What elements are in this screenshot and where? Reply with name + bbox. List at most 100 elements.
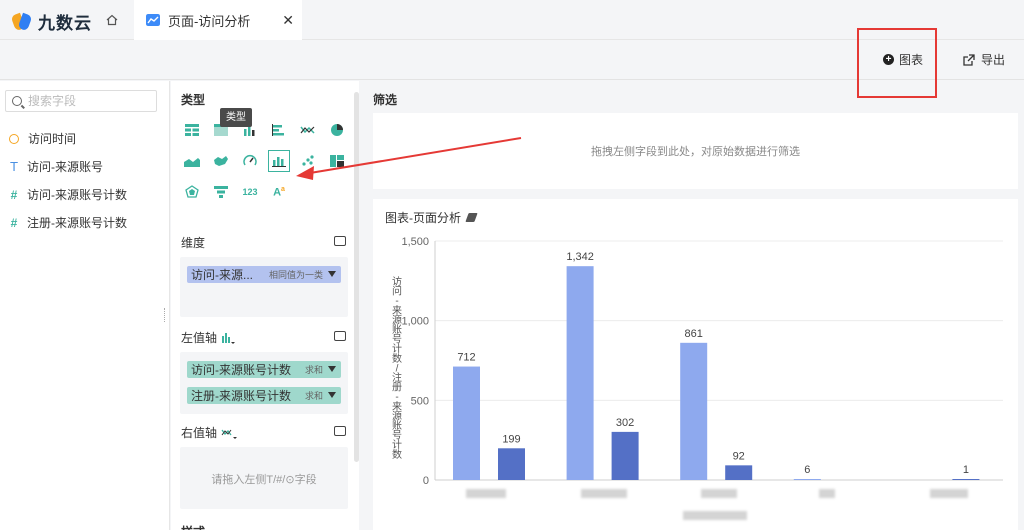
- field-label: 注册-来源账号计数: [27, 216, 127, 230]
- pill-label: 访问-来源...: [191, 268, 253, 282]
- area-chart-icon: [184, 158, 200, 167]
- pie-chart-type[interactable]: [326, 119, 348, 141]
- area-chart-type[interactable]: [181, 150, 203, 172]
- data-label: 92: [733, 450, 745, 462]
- scatter-chart-type[interactable]: [297, 150, 319, 172]
- horizontal-bar-chart-type[interactable]: [268, 119, 290, 141]
- panel-resize-handle[interactable]: [164, 308, 167, 322]
- field-item-visit-time[interactable]: 访问时间: [8, 130, 76, 147]
- field-item-source-account-count[interactable]: # 访问-来源账号计数: [8, 186, 127, 203]
- radar-icon: [185, 185, 199, 198]
- indicator-chart-type[interactable]: 123: [239, 181, 261, 203]
- gauge-chart-type[interactable]: [239, 150, 261, 172]
- home-tab[interactable]: [94, 0, 130, 40]
- caret-down-icon[interactable]: [328, 271, 336, 277]
- right-axis-dropzone[interactable]: 请拖入左侧T/#/⊙字段: [180, 447, 348, 509]
- type-section-title: 类型: [181, 93, 206, 107]
- data-label: 712: [457, 352, 475, 364]
- line-chart-small-icon[interactable]: [221, 427, 238, 439]
- text-type-icon: T: [10, 159, 18, 174]
- tab-label: 页面-访问分析: [168, 13, 251, 29]
- pill-label: 注册-来源账号计数: [191, 389, 291, 403]
- field-label: 访问时间: [28, 132, 77, 146]
- export-label: 导出: [981, 53, 1006, 67]
- pill-sub: 求和: [304, 391, 323, 401]
- data-label: 1,342: [566, 251, 594, 263]
- funnel-chart-type[interactable]: [210, 181, 232, 203]
- data-label: 199: [502, 433, 520, 445]
- category-label-blurred: [683, 511, 747, 520]
- style-label: 样式: [181, 523, 205, 530]
- left-axis-dropzone[interactable]: 访问-来源账号计数 求和 注册-来源账号计数 求和: [180, 352, 348, 414]
- number-123-icon: 123: [242, 187, 258, 197]
- table-chart-type[interactable]: [181, 119, 203, 141]
- y-axis-label: 访问-来源账号计数/注册-来源账号计数: [392, 276, 402, 461]
- wordcloud-icon: Aa: [273, 185, 285, 199]
- radar-chart-type[interactable]: [181, 181, 203, 203]
- app-logo[interactable]: 九数云: [10, 9, 92, 34]
- combo-chart-type[interactable]: [268, 150, 290, 172]
- line-chart-icon: [300, 126, 315, 134]
- config-panel: 类型 123 Aa 类型 维度 访问-来源... 相同值为一类 左值轴 访问-来…: [171, 81, 359, 530]
- pill-sub: 相同值为一类: [268, 270, 323, 280]
- category-label-blurred: [581, 489, 627, 498]
- number-type-icon: #: [10, 215, 18, 230]
- field-search[interactable]: [5, 90, 157, 112]
- measure-pill[interactable]: 访问-来源账号计数 求和: [187, 361, 341, 378]
- caret-down-icon[interactable]: [328, 366, 336, 372]
- right-axis-label-row: 右值轴: [181, 424, 238, 441]
- wordcloud-chart-type[interactable]: Aa: [268, 181, 290, 203]
- map-chart-type[interactable]: [210, 150, 232, 172]
- field-label: 访问-来源账号: [27, 160, 103, 174]
- left-axis-settings-icon[interactable]: [334, 331, 346, 341]
- left-axis-label-row: 左值轴: [181, 329, 236, 346]
- dimension-label: 维度: [181, 236, 206, 250]
- right-axis-settings-icon[interactable]: [334, 426, 346, 436]
- search-icon: [12, 96, 22, 106]
- tab-page-analysis[interactable]: 页面-访问分析 ✕: [134, 0, 302, 40]
- treemap-chart-type[interactable]: [326, 150, 348, 172]
- config-scrollbar[interactable]: [354, 92, 359, 462]
- combo-bar-icon: [272, 157, 286, 167]
- dimension-pill[interactable]: 访问-来源... 相同值为一类: [187, 266, 341, 283]
- export-icon: [963, 53, 975, 66]
- pill-sub: 求和: [304, 365, 323, 375]
- bar: [566, 266, 594, 480]
- category-label-blurred: [819, 489, 835, 498]
- y-tick-label: 1,000: [401, 316, 429, 328]
- bar: [611, 431, 639, 480]
- field-label: 访问-来源账号计数: [27, 188, 127, 202]
- bar-chart-small-icon[interactable]: [221, 332, 236, 344]
- treemap-icon: [330, 155, 344, 167]
- line-chart-type[interactable]: [297, 119, 319, 141]
- data-label: 1: [963, 464, 969, 476]
- chart-tab-icon: [146, 14, 160, 26]
- logo-icon: [10, 12, 33, 32]
- bar: [680, 342, 708, 480]
- pie-chart-icon: [331, 124, 343, 136]
- data-label: 861: [685, 328, 703, 340]
- dimension-dropzone[interactable]: 访问-来源... 相同值为一类: [180, 257, 348, 317]
- table-icon: [185, 124, 199, 136]
- field-item-source-account[interactable]: T 访问-来源账号: [8, 158, 103, 175]
- y-tick-label: 1,500: [401, 236, 429, 248]
- caret-down-icon[interactable]: [328, 392, 336, 398]
- annotation-highlight-box: [857, 28, 937, 98]
- measure-pill[interactable]: 注册-来源账号计数 求和: [187, 387, 341, 404]
- field-panel: 访问时间 T 访问-来源账号 # 访问-来源账号计数 # 注册-来源账号计数: [0, 81, 170, 530]
- funnel-icon: [214, 186, 228, 198]
- close-icon[interactable]: ✕: [282, 12, 294, 29]
- dimension-settings-icon[interactable]: [334, 236, 346, 246]
- data-label: 302: [616, 417, 634, 429]
- bar: [952, 479, 980, 480]
- field-item-register-account-count[interactable]: # 注册-来源账号计数: [8, 214, 127, 231]
- search-input[interactable]: [28, 94, 148, 108]
- data-label: 6: [804, 464, 810, 476]
- gauge-icon: [243, 155, 257, 166]
- y-tick-label: 0: [423, 475, 429, 487]
- logo-text: 九数云: [38, 14, 92, 33]
- right-axis-hint: 请拖入左侧T/#/⊙字段: [211, 474, 317, 486]
- export-button[interactable]: 导出: [963, 51, 1005, 68]
- filter-dropzone[interactable]: 拖拽左侧字段到此处，对原始数据进行筛选: [373, 113, 1018, 189]
- bar: [498, 448, 525, 480]
